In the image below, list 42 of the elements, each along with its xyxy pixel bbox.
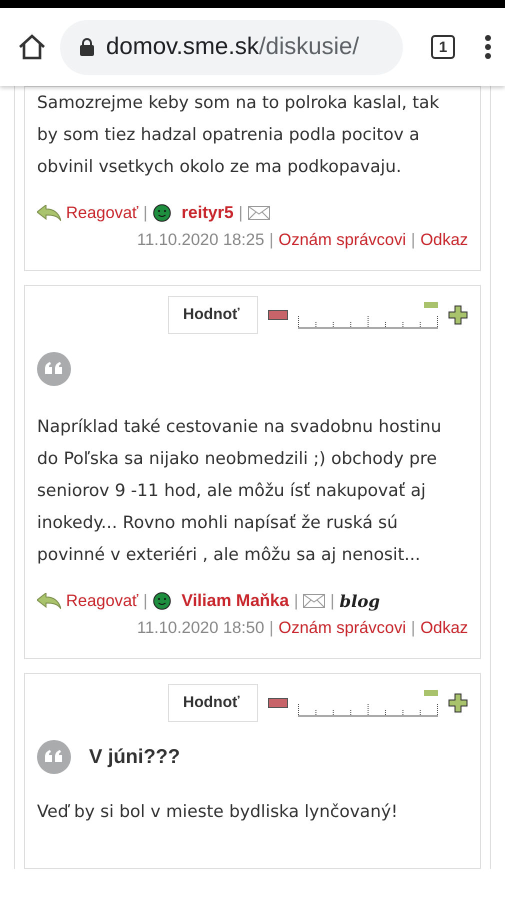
rate-label: Hodnoť (168, 296, 258, 334)
reply-link[interactable]: Reagovať (66, 592, 138, 610)
separator: | (294, 592, 298, 610)
lock-icon (80, 38, 94, 56)
separator: | (411, 619, 416, 638)
rate-label: Hodnoť (168, 684, 258, 722)
address-bar[interactable]: domov.sme.sk/diskusie/ (60, 20, 403, 74)
author-link[interactable]: reityr5 (182, 203, 234, 223)
comment-date: 11.10.2020 18:50 (137, 619, 264, 638)
reply-arrow-icon (37, 205, 61, 221)
separator: | (411, 231, 416, 250)
quote-icon (37, 352, 71, 386)
comment-title: V júni??? (89, 746, 180, 768)
plus-icon[interactable] (448, 693, 468, 713)
comment-text: Napríklad také cestovanie na svadobnu hostinu do Poľska sa nijako neobmedzili ;) obchody pre seniorov 9 -11 hod, ale môžu ísť nakupovať aj inokedy... Rovno mohli napísať že ruská sú povinné v exteriéri , ale môžu sa aj nenosit... (37, 416, 442, 567)
separator: | (330, 592, 335, 610)
permalink-link[interactable]: Odkaz (420, 619, 468, 638)
separator: | (269, 619, 274, 638)
blog-link[interactable]: blog (340, 592, 380, 610)
permalink-link[interactable]: Odkaz (420, 231, 468, 250)
url-text: domov.sme.sk/diskusie/ (106, 33, 359, 61)
reply-arrow-icon (37, 593, 61, 609)
author-link[interactable]: Viliam Maňka (182, 591, 289, 611)
envelope-icon[interactable] (303, 594, 326, 608)
separator: | (143, 592, 148, 610)
plus-icon[interactable] (448, 305, 468, 325)
quote-icon (37, 740, 71, 774)
menu-icon[interactable] (485, 35, 491, 59)
separator: | (143, 204, 148, 222)
tab-count-button[interactable]: 1 (431, 35, 455, 59)
reply-link[interactable]: Reagovať (66, 204, 138, 222)
separator: | (269, 231, 274, 250)
report-link[interactable]: Oznám správcovi (278, 231, 406, 250)
separator: | (238, 204, 243, 222)
smiley-icon (152, 592, 171, 610)
comment-date: 11.10.2020 18:25 (137, 231, 264, 250)
envelope-icon[interactable] (248, 206, 270, 220)
comment-text: Samozrejme keby som na to polroka kaslal, tak by som tiez hadzal opatrenia podla pocitov a obvinil vsetkych okolo ze ma podkopavaju. (37, 92, 440, 179)
report-link[interactable]: Oznám správcovi (278, 619, 406, 638)
smiley-icon (152, 204, 171, 222)
home-icon[interactable] (18, 34, 46, 60)
comment-text: Veď by si bol v mieste bydliska lynčovaný! (37, 801, 399, 824)
